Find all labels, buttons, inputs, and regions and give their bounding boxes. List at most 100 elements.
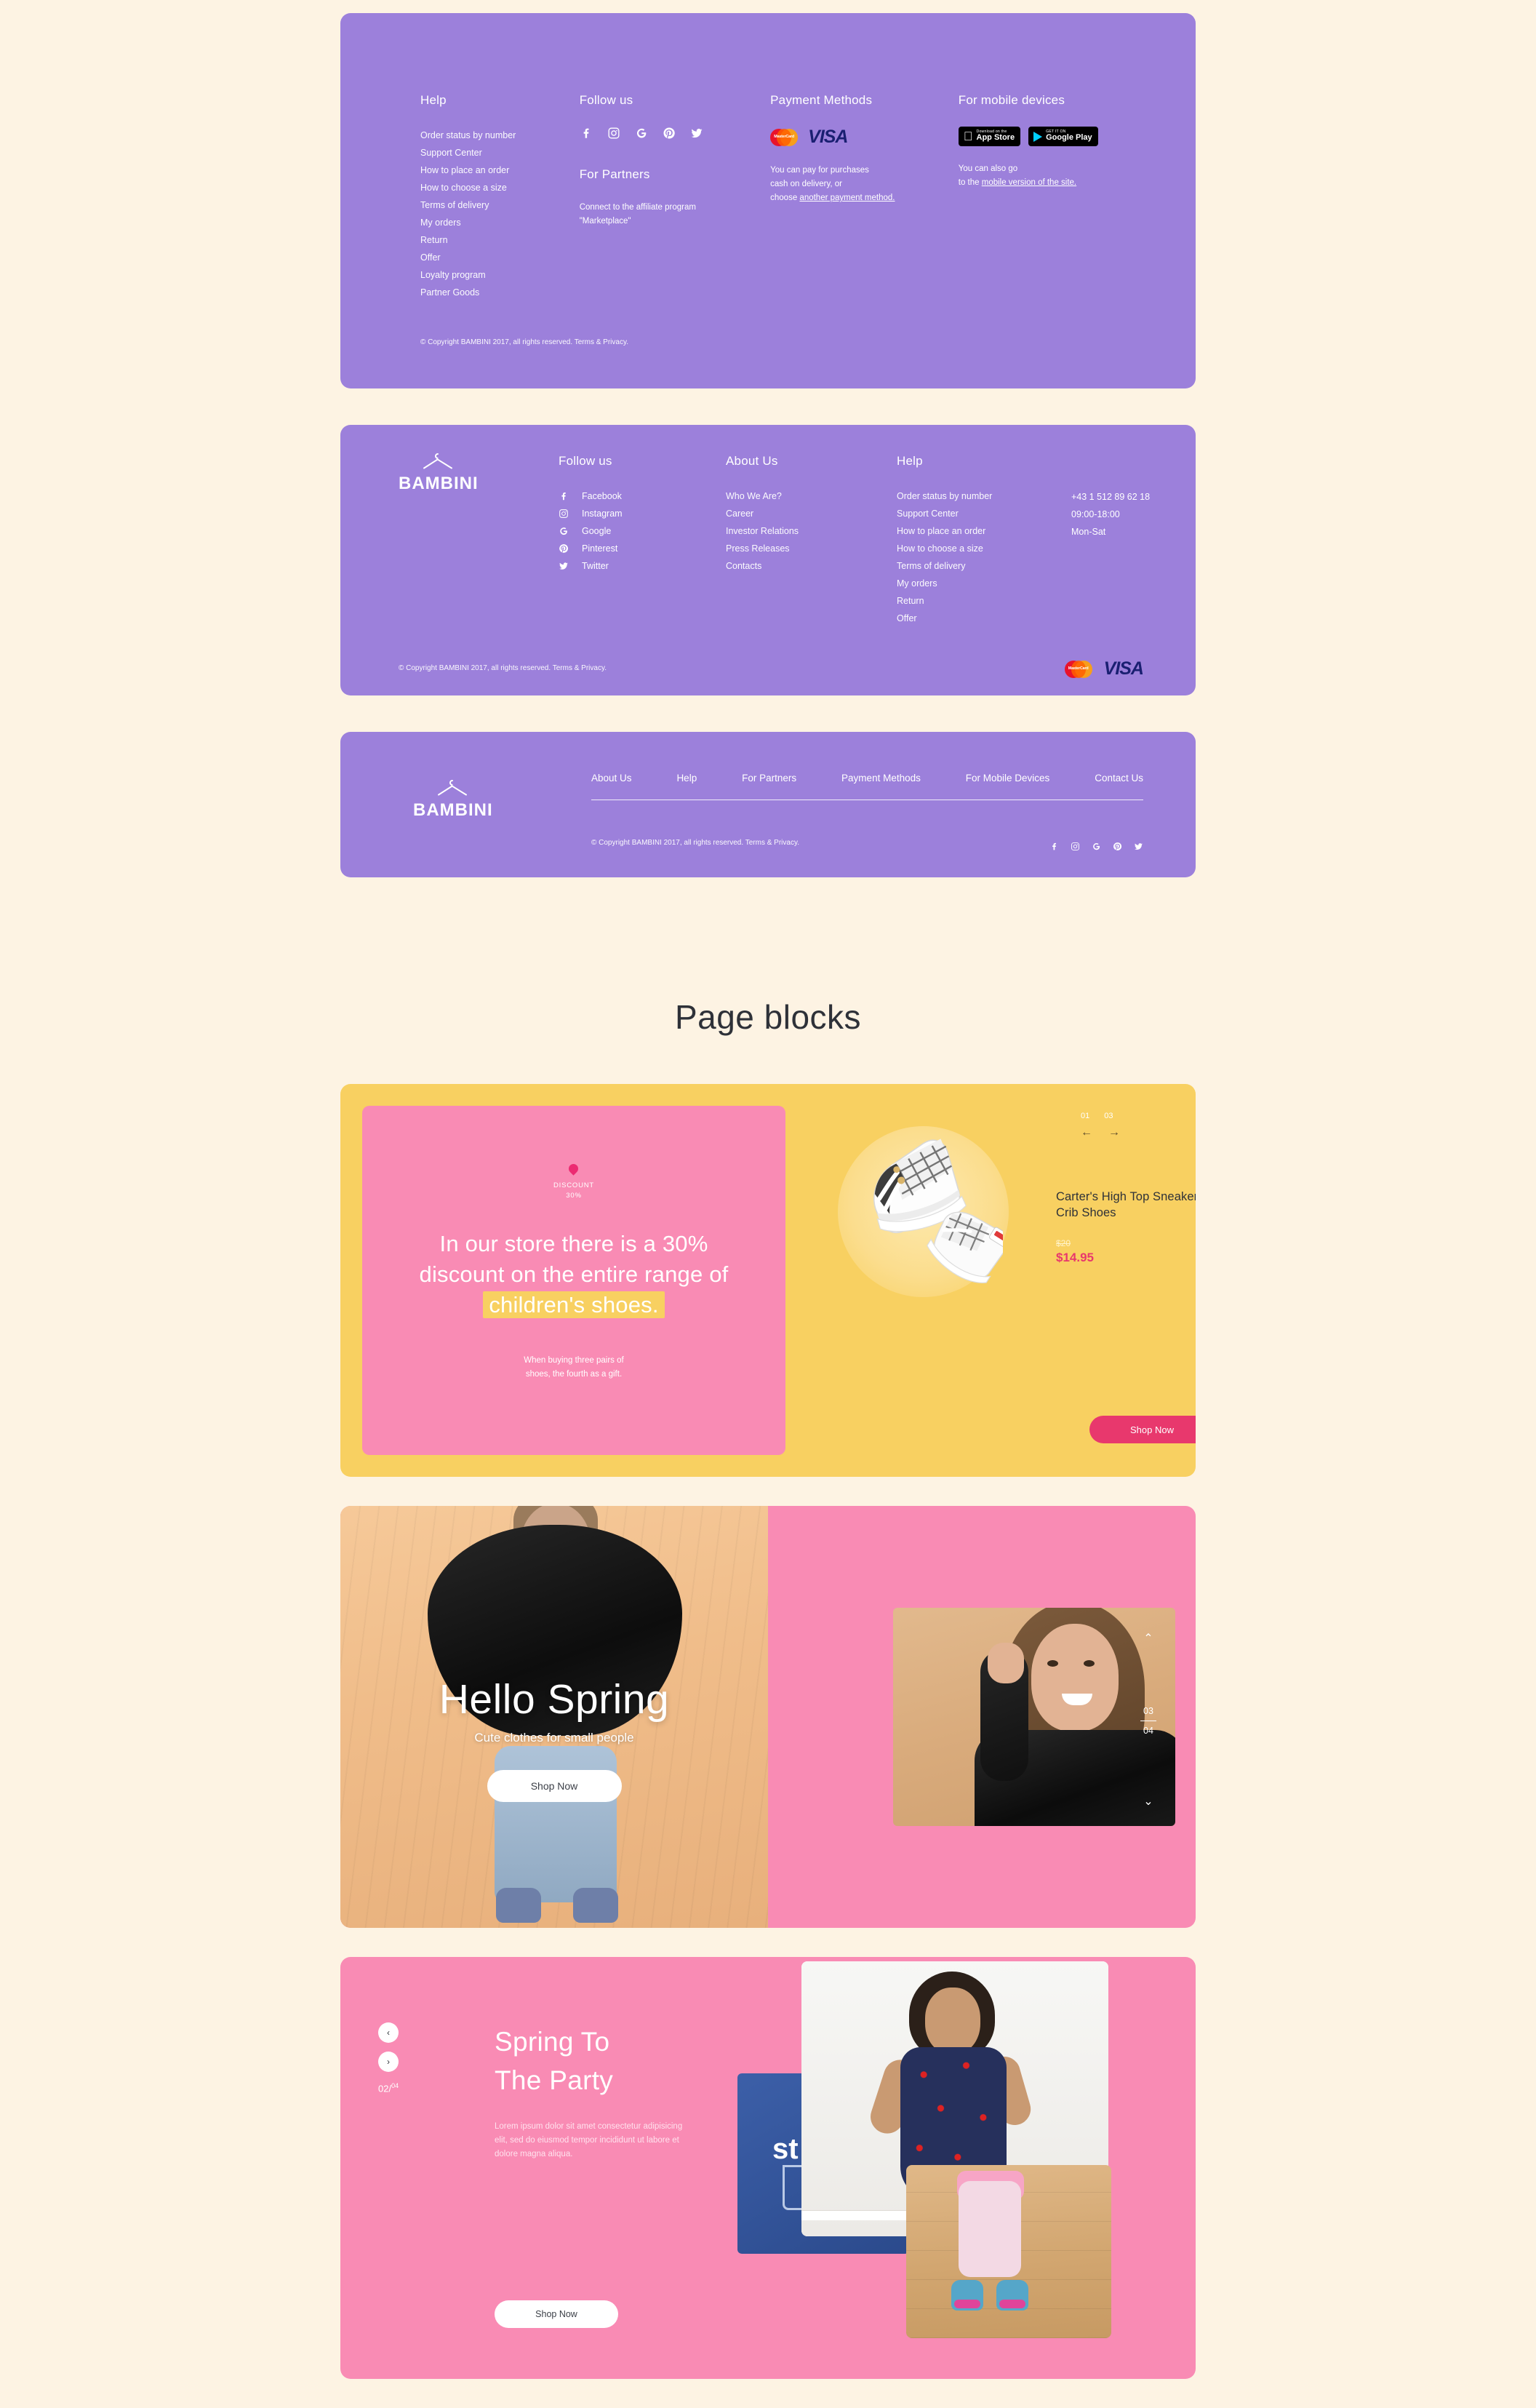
location-pin-icon — [567, 1162, 581, 1176]
discount-label-1: DISCOUNT — [553, 1181, 594, 1189]
shop-now-button[interactable]: Shop Now — [495, 2300, 618, 2328]
pinterest-icon[interactable] — [663, 127, 676, 140]
list-item[interactable]: Twitter — [559, 557, 726, 575]
instagram-icon[interactable] — [1071, 842, 1080, 851]
instagram-icon — [559, 509, 569, 519]
list-item[interactable]: How to place an order — [897, 522, 1071, 540]
footer1-follow-column: Follow us For Partners Connect to the af… — [580, 93, 770, 301]
list-item[interactable]: How to place an order — [420, 162, 580, 179]
promo-text-panel: DISCOUNT 30% In our store there is a 30%… — [362, 1106, 785, 1455]
product-image — [838, 1126, 1009, 1297]
social-label: Instagram — [582, 509, 623, 519]
visa-icon: VISA — [808, 127, 848, 147]
list-item[interactable]: Offer — [897, 610, 1071, 627]
product-price-new: $14.95 — [1056, 1251, 1094, 1264]
brand-logo[interactable]: BAMBINI — [413, 779, 492, 821]
list-item[interactable]: Loyalty program — [420, 266, 580, 284]
google-play-badge[interactable]: GET IT ON Google Play — [1028, 127, 1098, 146]
prev-arrow-icon[interactable]: ← — [1081, 1126, 1092, 1139]
list-item[interactable]: Return — [897, 592, 1071, 610]
shop-now-button[interactable]: Shop Now — [1089, 1416, 1196, 1443]
list-item[interactable]: Terms of delivery — [420, 196, 580, 214]
footer1-payment-text: You can pay for purchases cash on delive… — [770, 164, 959, 205]
list-item[interactable]: Return — [420, 231, 580, 249]
promo-block-discount: DISCOUNT 30% In our store there is a 30%… — [340, 1084, 1196, 1477]
list-item[interactable]: Order status by number — [897, 487, 1071, 505]
list-item[interactable]: How to choose a size — [897, 540, 1071, 557]
nav-item-about-us[interactable]: About Us — [591, 773, 632, 784]
brand-name: BAMBINI — [399, 474, 479, 493]
list-item[interactable]: Support Center — [897, 505, 1071, 522]
google-icon[interactable] — [635, 127, 648, 140]
social-label: Google — [582, 526, 612, 536]
next-arrow-icon[interactable]: → — [1108, 1126, 1120, 1139]
twitter-icon[interactable] — [1134, 842, 1143, 851]
nav-item-contact-us[interactable]: Contact Us — [1095, 773, 1143, 784]
list-item[interactable]: Google — [559, 522, 726, 540]
list-item[interactable]: Terms of delivery — [897, 557, 1071, 575]
slider-total: 03 — [1104, 1112, 1113, 1120]
nav-item-payment-methods[interactable]: Payment Methods — [841, 773, 921, 784]
list-item[interactable]: Career — [726, 505, 897, 522]
social-label: Facebook — [582, 491, 622, 501]
party-title-line-1: Spring To — [495, 2027, 610, 2057]
promo-headline: In our store there is a 30% discount on … — [403, 1229, 745, 1320]
facebook-icon[interactable] — [580, 127, 593, 140]
list-item[interactable]: Support Center — [420, 144, 580, 162]
promo-headline-text: In our store there is a 30% discount on … — [419, 1231, 729, 1287]
nav-item-help[interactable]: Help — [676, 773, 697, 784]
footer1-payment-title: Payment Methods — [770, 93, 873, 107]
footer2-about-links: Who We Are? Career Investor Relations Pr… — [726, 487, 897, 575]
twitter-icon[interactable] — [690, 127, 703, 140]
another-payment-method-link[interactable]: another payment method. — [799, 194, 895, 202]
brand-logo[interactable]: BAMBINI — [399, 453, 479, 494]
prev-arrow-icon[interactable]: ‹ — [378, 2022, 399, 2043]
slider-arrows: ← → — [1081, 1126, 1120, 1139]
payment-line-2: cash on delivery, or — [770, 180, 843, 188]
mobile-line-1: You can also go — [958, 164, 1018, 173]
list-item[interactable]: Instagram — [559, 505, 726, 522]
hero-overlay: Hello Spring Cute clothes for small peop… — [340, 1506, 768, 1928]
list-item[interactable]: My orders — [897, 575, 1071, 592]
party-paragraph: Lorem ipsum dolor sit amet consectetur a… — [495, 2122, 683, 2158]
list-item[interactable]: Offer — [420, 249, 580, 266]
footer2-copyright: © Copyright BAMBINI 2017, all rights res… — [399, 664, 607, 672]
list-item[interactable]: How to choose a size — [420, 179, 580, 196]
nav-item-for-partners[interactable]: For Partners — [742, 773, 796, 784]
hero-subtitle: Cute clothes for small people — [474, 1731, 634, 1745]
footer2-help-title: Help — [897, 454, 923, 468]
list-item[interactable]: My orders — [420, 214, 580, 231]
instagram-icon[interactable] — [607, 127, 620, 140]
list-item[interactable]: Order status by number — [420, 127, 580, 144]
shop-now-button[interactable]: Shop Now — [487, 1770, 622, 1802]
list-item[interactable]: Pinterest — [559, 540, 726, 557]
google-icon[interactable] — [1092, 842, 1101, 851]
list-item[interactable]: Press Releases — [726, 540, 897, 557]
list-item[interactable]: Who We Are? — [726, 487, 897, 505]
mobile-site-link[interactable]: mobile version of the site. — [982, 178, 1076, 187]
nav-item-for-mobile-devices[interactable]: For Mobile Devices — [966, 773, 1050, 784]
footer2-contact-column: +43 1 512 89 62 18 09:00-18:00 Mon-Sat — [1071, 454, 1196, 627]
product-title: Carter's High Top Sneaker Crib Shoes — [1056, 1190, 1196, 1219]
mastercard-icon: MasterCard — [1064, 660, 1092, 678]
contact-phone[interactable]: +43 1 512 89 62 18 — [1071, 488, 1196, 506]
chevron-up-icon[interactable]: ⌃ — [1143, 1633, 1153, 1645]
facebook-icon[interactable] — [1049, 842, 1059, 851]
list-item[interactable]: Investor Relations — [726, 522, 897, 540]
mobile-line-2-prefix: to the — [958, 178, 982, 187]
list-item[interactable]: Facebook — [559, 487, 726, 505]
app-store-bottom-label: App Store — [967, 133, 1015, 143]
app-store-badge[interactable]:  Download on the App Store — [958, 127, 1021, 146]
footer2-help-column: Help Order status by number Support Cent… — [897, 454, 1071, 627]
contact-days: Mon-Sat — [1071, 527, 1106, 537]
pinterest-icon[interactable] — [1113, 842, 1122, 851]
promo-subtext: When buying three pairs of shoes, the fo… — [524, 1354, 623, 1382]
list-item[interactable]: Contacts — [726, 557, 897, 575]
mastercard-icon: MasterCard — [770, 128, 799, 146]
chevron-down-icon[interactable]: ⌄ — [1143, 1796, 1153, 1808]
footer-variant-3: BAMBINI About Us Help For Partners Payme… — [340, 732, 1196, 877]
list-item[interactable]: Partner Goods — [420, 284, 580, 301]
vertical-slider-controls: ⌃ 03 04 ⌄ — [1140, 1633, 1156, 1808]
slider-current: 03 — [1143, 1705, 1153, 1716]
next-arrow-icon[interactable]: › — [378, 2052, 399, 2072]
